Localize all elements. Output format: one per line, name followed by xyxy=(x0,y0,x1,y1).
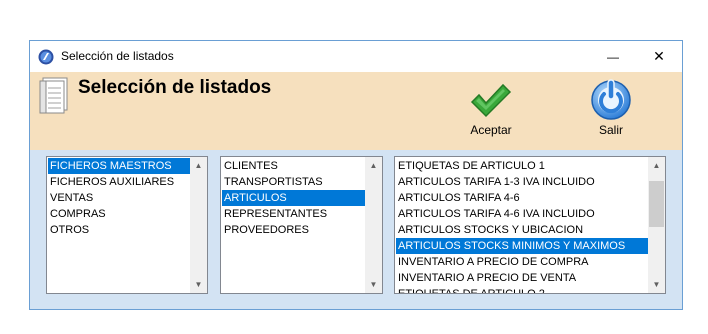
title-bar[interactable]: Selección de listados — ✕ xyxy=(30,41,682,72)
list-item[interactable]: ARTICULOS TARIFA 4-6 xyxy=(396,190,648,206)
list-item[interactable]: ARTICULOS STOCKS MINIMOS Y MAXIMOS xyxy=(396,238,648,254)
entity-items: CLIENTES TRANSPORTISTAS ARTICULOS REPRESENT… xyxy=(222,158,365,238)
scroll-up-icon[interactable]: ▲ xyxy=(648,157,665,174)
scroll-thumb[interactable] xyxy=(649,181,664,227)
list-item[interactable]: ARTICULOS TARIFA 1-3 IVA INCLUIDO xyxy=(396,174,648,190)
accept-label: Aceptar xyxy=(470,123,512,137)
list-item[interactable]: INVENTARIO A PRECIO DE COMPRA xyxy=(396,254,648,270)
exit-label: Salir xyxy=(598,123,623,137)
entity-listbox[interactable]: CLIENTES TRANSPORTISTAS ARTICULOS REPRESENT… xyxy=(220,156,383,294)
category-listbox[interactable]: FICHEROS MAESTROS FICHEROS AUXILIARES VENT… xyxy=(46,156,208,294)
list-item[interactable]: TRANSPORTISTAS xyxy=(222,174,365,190)
list-item[interactable]: ARTICULOS STOCKS Y UBICACION xyxy=(396,222,648,238)
list-item[interactable]: INVENTARIO A PRECIO DE VENTA xyxy=(396,270,648,286)
header-panel: Selección de listados Aceptar Salir xyxy=(30,72,682,150)
list-item[interactable]: FICHEROS AUXILIARES xyxy=(48,174,190,190)
report-listbox[interactable]: ETIQUETAS DE ARTICULO 1 ARTICULOS TARIFA … xyxy=(394,156,666,294)
list-item[interactable]: ARTICULOS TARIFA 4-6 IVA INCLUIDO xyxy=(396,206,648,222)
list-item[interactable]: VENTAS xyxy=(48,190,190,206)
document-list-icon xyxy=(37,76,71,114)
list-item[interactable]: ARTICULOS xyxy=(222,190,365,206)
close-button[interactable]: ✕ xyxy=(636,41,682,72)
list-item[interactable]: REPRESENTANTES xyxy=(222,206,365,222)
list-item[interactable]: PROVEEDORES xyxy=(222,222,365,238)
report-items: ETIQUETAS DE ARTICULO 1 ARTICULOS TARIFA … xyxy=(396,158,648,293)
list-item[interactable]: FICHEROS MAESTROS xyxy=(48,158,190,174)
accept-button[interactable]: Aceptar xyxy=(456,72,526,150)
scroll-up-icon[interactable]: ▲ xyxy=(365,157,382,174)
list-item[interactable]: ETIQUETAS DE ARTICULO 1 xyxy=(396,158,648,174)
minimize-icon: — xyxy=(607,49,619,64)
list-item[interactable]: CLIENTES xyxy=(222,158,365,174)
exit-button[interactable]: Salir xyxy=(576,72,646,150)
list-item[interactable]: ETIQUETAS DE ARTICULO 2 xyxy=(396,286,648,293)
category-scrollbar[interactable]: ▲ ▼ xyxy=(190,157,207,293)
scroll-up-icon[interactable]: ▲ xyxy=(190,157,207,174)
app-logo-icon xyxy=(38,49,54,65)
close-icon: ✕ xyxy=(653,48,665,64)
page-title: Selección de listados xyxy=(78,77,272,98)
scroll-down-icon[interactable]: ▼ xyxy=(190,276,207,293)
scroll-down-icon[interactable]: ▼ xyxy=(365,276,382,293)
power-icon xyxy=(591,79,631,120)
minimize-button[interactable]: — xyxy=(590,41,636,72)
checkmark-icon xyxy=(470,83,512,118)
report-scrollbar[interactable]: ▲ ▼ xyxy=(648,157,665,293)
category-items: FICHEROS MAESTROS FICHEROS AUXILIARES VENT… xyxy=(48,158,190,238)
list-item[interactable]: OTROS xyxy=(48,222,190,238)
selection-window: Selección de listados — ✕ Selección de l… xyxy=(29,40,683,310)
window-title: Selección de listados xyxy=(61,49,174,63)
list-item[interactable]: COMPRAS xyxy=(48,206,190,222)
scroll-down-icon[interactable]: ▼ xyxy=(648,276,665,293)
entity-scrollbar[interactable]: ▲ ▼ xyxy=(365,157,382,293)
